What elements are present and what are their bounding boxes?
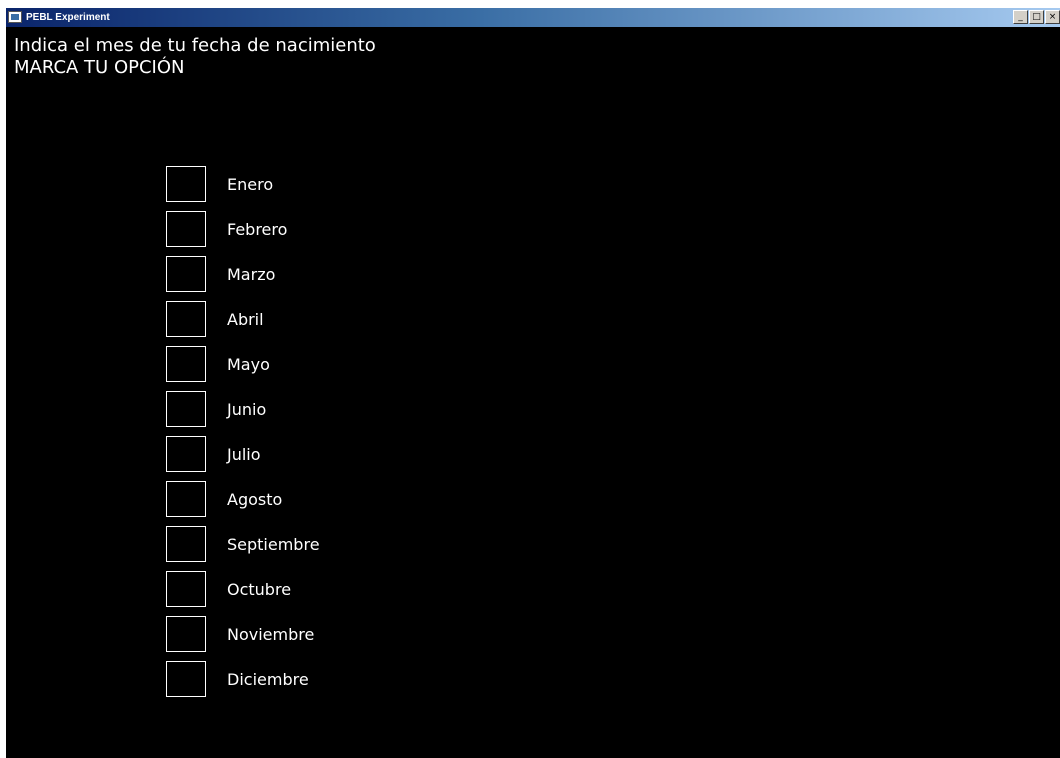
month-options: Enero Febrero Marzo Abril Mayo Junio Jul… <box>166 166 406 706</box>
minimize-button[interactable]: _ <box>1013 10 1028 24</box>
checkbox[interactable] <box>166 346 206 382</box>
option-label: Julio <box>227 445 261 464</box>
instruction-text: MARCA TU OPCIÓN <box>14 57 185 78</box>
option-mayo[interactable]: Mayo <box>166 346 406 391</box>
option-label: Octubre <box>227 580 292 599</box>
option-abril[interactable]: Abril <box>166 301 406 346</box>
checkbox[interactable] <box>166 616 206 652</box>
window-controls: _ □ × <box>1012 10 1060 25</box>
checkbox[interactable] <box>166 526 206 562</box>
option-septiembre[interactable]: Septiembre <box>166 526 406 571</box>
option-label: Diciembre <box>227 670 309 689</box>
checkbox[interactable] <box>166 166 206 202</box>
option-label: Noviembre <box>227 625 315 644</box>
app-icon <box>8 11 22 23</box>
option-agosto[interactable]: Agosto <box>166 481 406 526</box>
option-label: Septiembre <box>227 535 320 554</box>
option-label: Febrero <box>227 220 288 239</box>
checkbox[interactable] <box>166 481 206 517</box>
option-label: Junio <box>227 400 267 419</box>
maximize-button[interactable]: □ <box>1029 10 1044 24</box>
option-label: Marzo <box>227 265 276 284</box>
option-label: Abril <box>227 310 264 329</box>
option-octubre[interactable]: Octubre <box>166 571 406 616</box>
checkbox[interactable] <box>166 661 206 697</box>
option-julio[interactable]: Julio <box>166 436 406 481</box>
option-diciembre[interactable]: Diciembre <box>166 661 406 706</box>
close-button[interactable]: × <box>1045 10 1060 24</box>
experiment-canvas: Indica el mes de tu fecha de nacimiento … <box>6 27 1060 758</box>
option-enero[interactable]: Enero <box>166 166 406 211</box>
option-noviembre[interactable]: Noviembre <box>166 616 406 661</box>
question-prompt: Indica el mes de tu fecha de nacimiento … <box>14 35 376 79</box>
option-marzo[interactable]: Marzo <box>166 256 406 301</box>
option-febrero[interactable]: Febrero <box>166 211 406 256</box>
question-text: Indica el mes de tu fecha de nacimiento <box>14 35 376 56</box>
checkbox[interactable] <box>166 571 206 607</box>
option-label: Agosto <box>227 490 283 509</box>
app-window: PEBL Experiment _ □ × Indica el mes de t… <box>6 8 1060 758</box>
title-bar[interactable]: PEBL Experiment _ □ × <box>6 8 1060 27</box>
checkbox[interactable] <box>166 436 206 472</box>
checkbox[interactable] <box>166 211 206 247</box>
window-title: PEBL Experiment <box>26 12 110 23</box>
checkbox[interactable] <box>166 256 206 292</box>
option-label: Enero <box>227 175 274 194</box>
option-junio[interactable]: Junio <box>166 391 406 436</box>
checkbox[interactable] <box>166 301 206 337</box>
checkbox[interactable] <box>166 391 206 427</box>
option-label: Mayo <box>227 355 270 374</box>
